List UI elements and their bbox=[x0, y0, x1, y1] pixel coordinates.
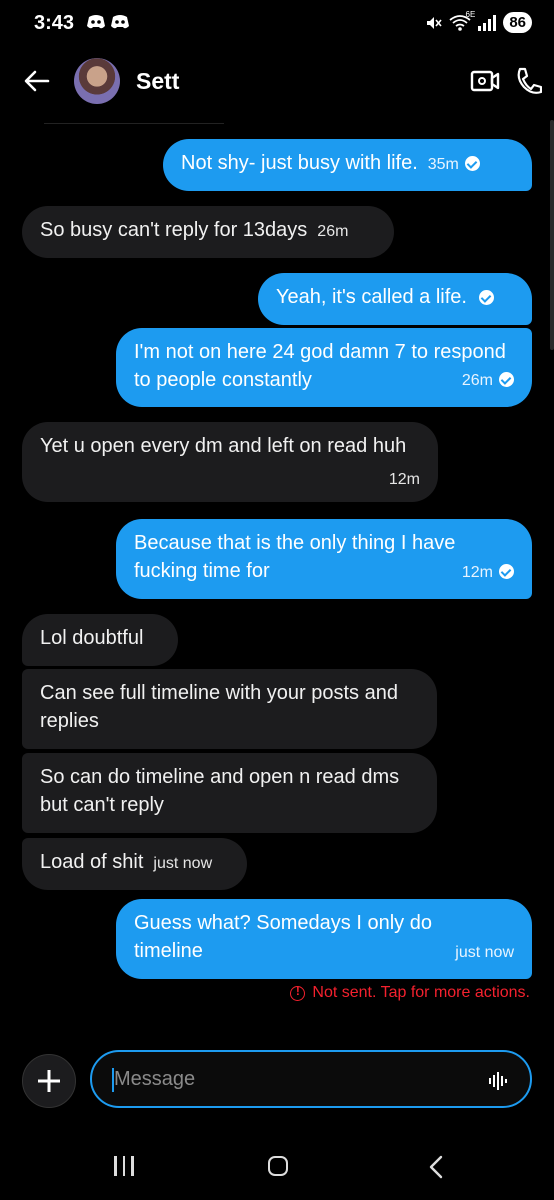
divider bbox=[44, 123, 224, 124]
error-text: Not sent. Tap for more actions. bbox=[312, 984, 530, 1001]
error-icon bbox=[290, 984, 306, 1001]
check-icon bbox=[499, 564, 514, 579]
message-text: Yet u open every dm and left on read huh bbox=[40, 435, 407, 457]
check-icon bbox=[478, 290, 494, 305]
message-time: 26m bbox=[461, 372, 493, 389]
message-bubble[interactable]: Can see full timeline with your posts an… bbox=[22, 669, 437, 749]
recent-apps-button[interactable] bbox=[114, 1156, 134, 1176]
message-text: Guess what? Somedays I only do timeline bbox=[134, 912, 432, 962]
signal-icon bbox=[478, 14, 497, 31]
message-text: Yeah, it's called a life. bbox=[276, 286, 467, 308]
message-bubble[interactable]: Load of shit just now bbox=[22, 838, 247, 890]
message-bubble[interactable]: Not shy- just busy with life. 35m bbox=[163, 139, 532, 191]
check-icon bbox=[499, 372, 514, 387]
message-placeholder: Message bbox=[114, 1068, 196, 1090]
home-button[interactable] bbox=[268, 1156, 288, 1176]
video-call-button[interactable] bbox=[470, 68, 500, 99]
composer: Message bbox=[0, 1048, 554, 1112]
message-time: 12m bbox=[388, 471, 420, 488]
wifi-icon: 6E bbox=[449, 10, 475, 32]
message-text: Load of shit bbox=[40, 851, 144, 873]
discord-icon bbox=[87, 15, 105, 29]
check-icon bbox=[464, 156, 480, 171]
message-bubble[interactable]: I'm not on here 24 god damn 7 to respond… bbox=[116, 328, 532, 407]
message-time: just now bbox=[455, 944, 514, 961]
message-time: just now bbox=[153, 855, 213, 872]
arrow-left-icon bbox=[24, 70, 50, 92]
message-bubble[interactable]: So busy can't reply for 13days 26m bbox=[22, 206, 394, 258]
message-bubble[interactable]: Yeah, it's called a life. bbox=[258, 273, 532, 325]
message-text: Not shy- just busy with life. bbox=[181, 152, 418, 174]
back-button[interactable] bbox=[22, 66, 52, 101]
battery-badge: 86 bbox=[503, 12, 532, 33]
video-camera-icon bbox=[470, 70, 500, 92]
message-bubble[interactable]: Because that is the only thing I have fu… bbox=[116, 519, 532, 599]
message-bubble[interactable]: Yet u open every dm and left on read huh… bbox=[22, 422, 438, 502]
message-time: 35m bbox=[427, 156, 459, 173]
voice-message-icon[interactable] bbox=[488, 1070, 510, 1092]
message-bubble[interactable]: So can do timeline and open n read dms b… bbox=[22, 753, 437, 833]
add-attachment-button[interactable] bbox=[22, 1054, 76, 1108]
message-text: So can do timeline and open n read dms b… bbox=[40, 766, 400, 816]
status-bar: 3:43 6E 86 bbox=[0, 0, 554, 48]
mute-icon bbox=[427, 16, 442, 29]
discord-icon bbox=[111, 15, 129, 29]
phone-icon bbox=[517, 67, 543, 94]
message-bubble[interactable]: Guess what? Somedays I only do timeline … bbox=[116, 899, 532, 979]
message-time: 26m bbox=[317, 223, 349, 240]
conversation-header: Sett bbox=[0, 52, 554, 112]
avatar[interactable] bbox=[74, 58, 120, 104]
contact-name[interactable]: Sett bbox=[136, 68, 179, 95]
phone-call-button[interactable] bbox=[514, 66, 543, 101]
message-text: Can see full timeline with your posts an… bbox=[40, 682, 398, 732]
message-text: So busy can't reply for 13days bbox=[40, 219, 308, 241]
scrollbar[interactable] bbox=[550, 120, 554, 350]
message-input[interactable]: Message bbox=[90, 1050, 532, 1108]
not-sent-error[interactable]: Not sent. Tap for more actions. bbox=[290, 984, 530, 1002]
message-text: I'm not on here 24 god damn 7 to respond… bbox=[134, 341, 506, 391]
system-nav-bar bbox=[0, 1140, 554, 1200]
nav-back-icon[interactable] bbox=[428, 1155, 444, 1179]
message-bubble[interactable]: Lol doubtful bbox=[22, 614, 178, 666]
message-text: Because that is the only thing I have fu… bbox=[134, 532, 456, 582]
status-time: 3:43 bbox=[34, 12, 75, 34]
network-label: 6E bbox=[465, 9, 476, 19]
message-time: 12m bbox=[461, 564, 493, 581]
message-text: Lol doubtful bbox=[40, 627, 144, 649]
